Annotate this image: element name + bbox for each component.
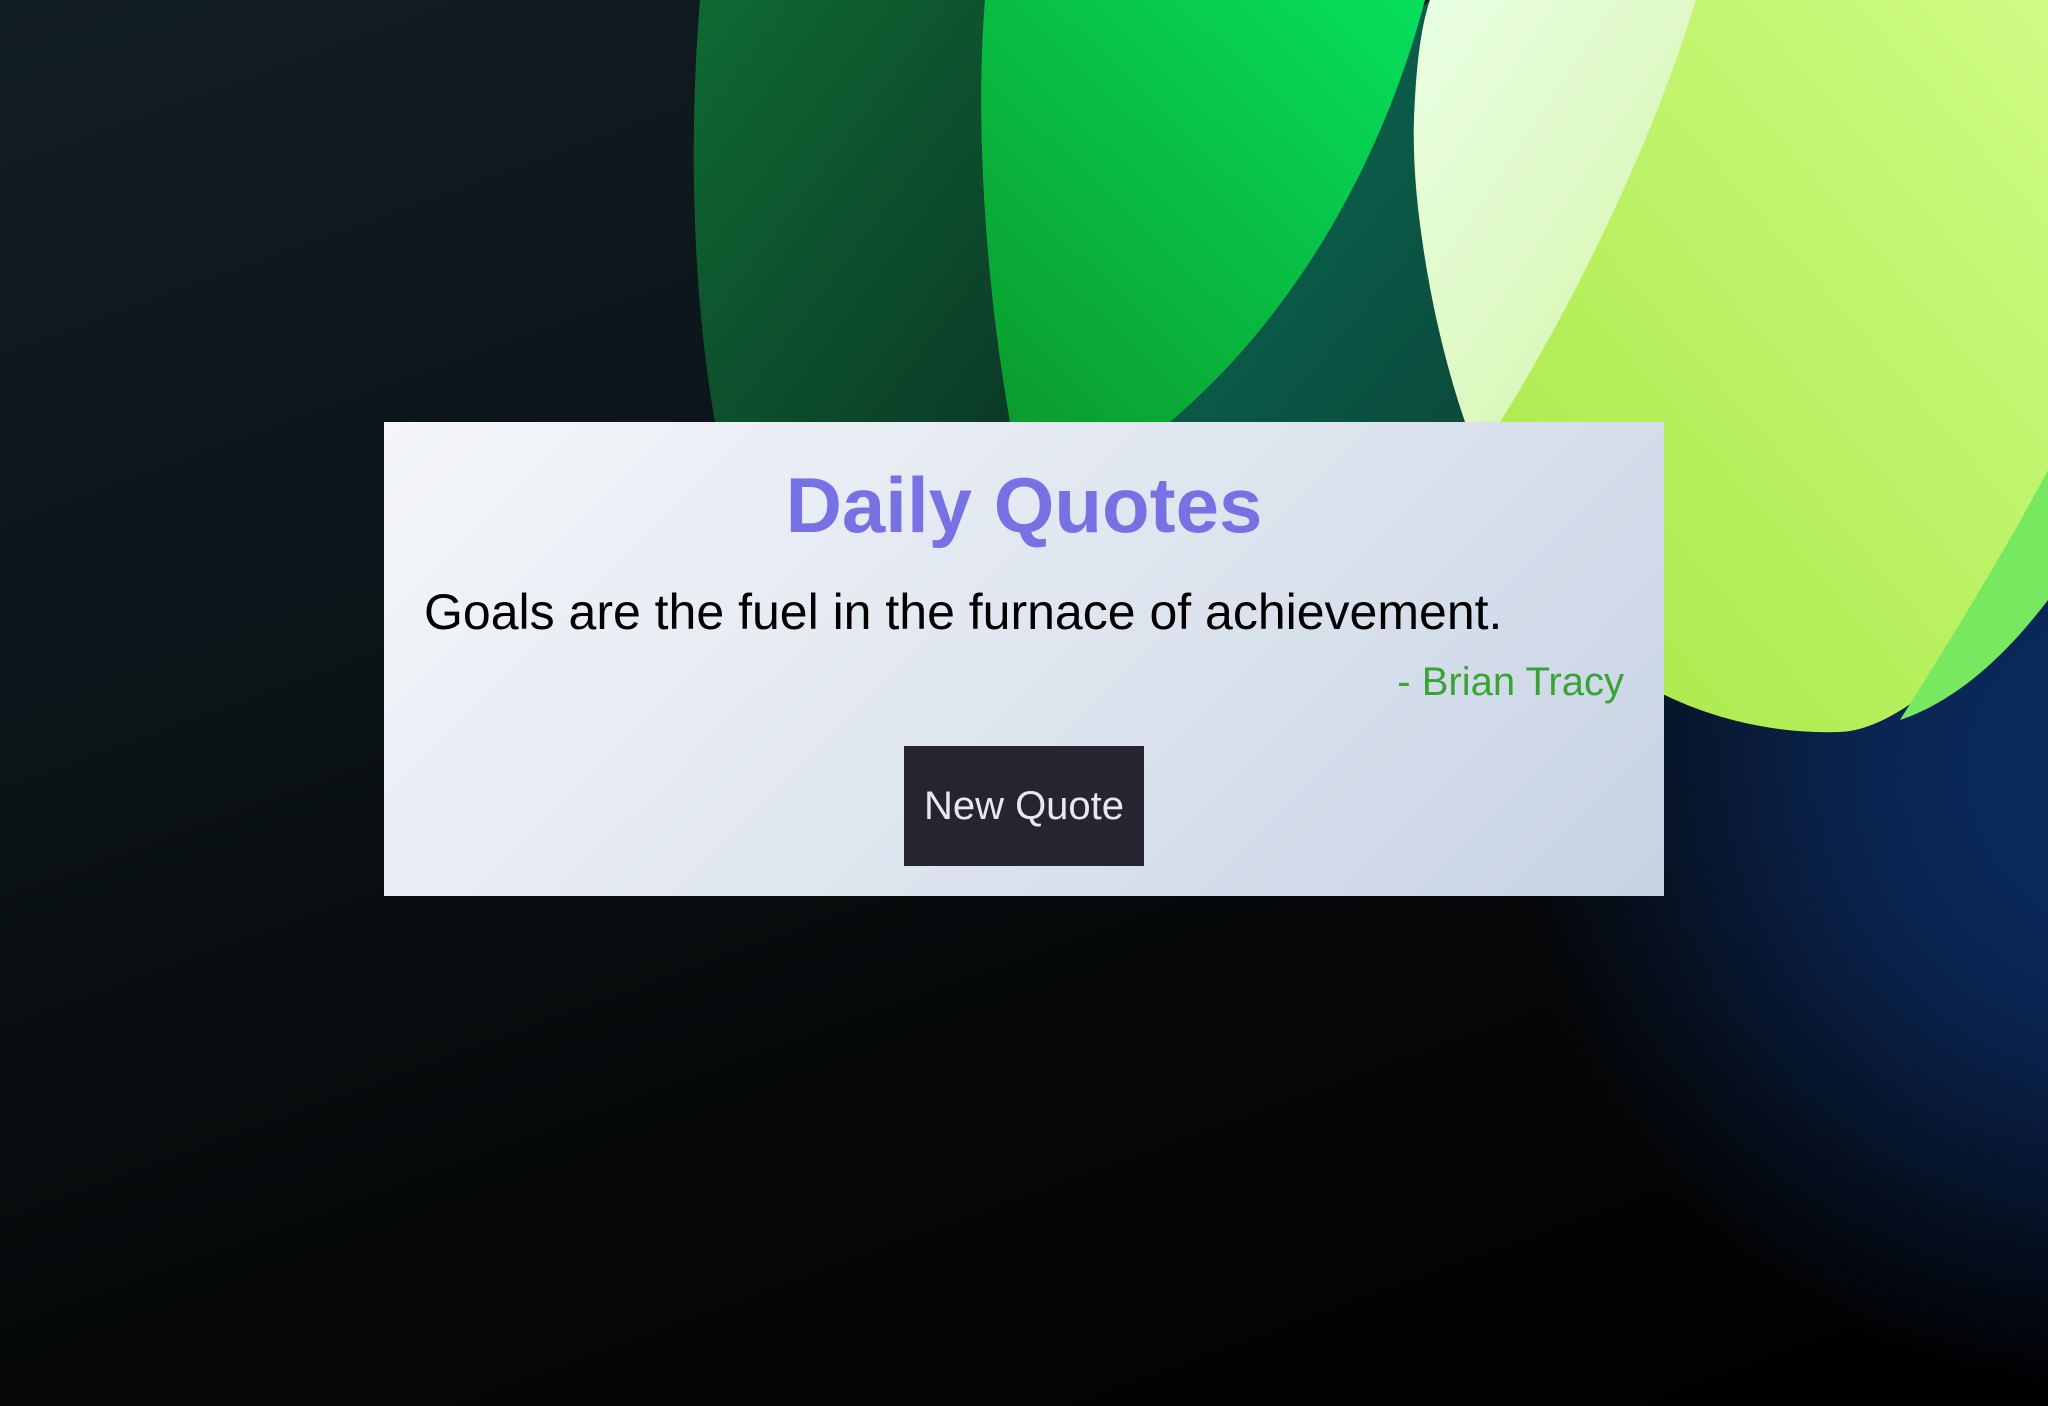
quote-text: Goals are the fuel in the furnace of ach… xyxy=(424,584,1503,640)
new-quote-button[interactable]: New Quote xyxy=(904,746,1144,866)
app-title: Daily Quotes xyxy=(785,461,1263,549)
quote-author: - Brian Tracy xyxy=(1397,660,1624,704)
quote-card: Daily Quotes Goals are the fuel in the f… xyxy=(384,422,1664,896)
